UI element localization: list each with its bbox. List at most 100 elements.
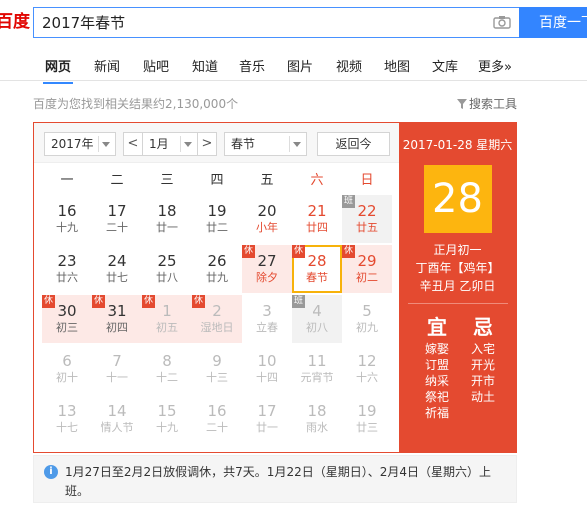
calendar-day[interactable]: 17 二十 <box>92 195 142 243</box>
lunar-label: 元宵节 <box>300 371 334 384</box>
calendar-day[interactable]: 休 30 初三 <box>42 295 92 343</box>
tab-9[interactable]: 更多» <box>478 56 512 75</box>
month-select-value: 1月 <box>149 137 169 151</box>
calendar-day[interactable]: 5 初九 <box>342 295 392 343</box>
lunar-label: 十四 <box>256 371 278 384</box>
calendar-day[interactable]: 25 廿八 <box>142 245 192 293</box>
calendar-day[interactable]: 20 小年 <box>242 195 292 243</box>
day-number: 12 <box>357 352 377 370</box>
divider <box>407 303 508 304</box>
tab-6[interactable]: 视频 <box>336 56 362 75</box>
lunar-label: 情人节 <box>100 421 134 434</box>
lunar-label: 二十 <box>206 421 228 434</box>
search-input[interactable] <box>34 8 474 37</box>
calendar-day[interactable]: 12 十六 <box>342 345 392 393</box>
ji-label: 忌 <box>473 315 493 339</box>
tab-7[interactable]: 地图 <box>384 56 410 75</box>
calendar-controls: 2017年 < 1月 > 春节 返回今 <box>34 123 399 163</box>
calendar-day[interactable]: 19 廿二 <box>192 195 242 243</box>
calendar-day[interactable]: 休 27 除夕 <box>242 245 292 293</box>
calendar-day[interactable]: 7 十一 <box>92 345 142 393</box>
calendar-day[interactable]: 11 元宵节 <box>292 345 342 393</box>
day-number: 18 <box>157 202 177 220</box>
day-number: 16 <box>207 402 227 420</box>
calendar-day[interactable]: 16 二十 <box>192 395 242 443</box>
lunar-label: 廿六 <box>56 271 78 284</box>
day-number: 5 <box>362 302 372 320</box>
tab-1[interactable]: 新闻 <box>94 56 120 75</box>
lunar-label: 小年 <box>256 221 278 234</box>
tab-2[interactable]: 贴吧 <box>143 56 169 75</box>
yi-item: 祭祀 <box>424 390 449 404</box>
tab-3[interactable]: 知道 <box>192 56 218 75</box>
lunar-label: 十二 <box>156 371 178 384</box>
calendar-day[interactable]: 18 廿一 <box>142 195 192 243</box>
weekday-label: 五 <box>260 173 274 188</box>
calendar-day[interactable]: 班 22 廿五 <box>342 195 392 243</box>
calendar-day[interactable]: 8 十二 <box>142 345 192 393</box>
tab-5[interactable]: 图片 <box>287 56 313 75</box>
holiday-select[interactable]: 春节 <box>224 132 307 156</box>
calendar-day[interactable]: 休 28 春节 <box>292 245 342 293</box>
calendar-day[interactable]: 休 2 湿地日 <box>192 295 242 343</box>
holiday-badge: 休 <box>92 295 105 308</box>
weekday-label: 日 <box>360 173 374 188</box>
calendar-day[interactable]: 6 初十 <box>42 345 92 393</box>
lunar-label: 雨水 <box>306 421 328 434</box>
calendar-day[interactable]: 18 雨水 <box>292 395 342 443</box>
chevron-down-icon <box>102 142 110 147</box>
ji-item: 入宅 <box>470 342 495 356</box>
tab-4[interactable]: 音乐 <box>239 56 265 75</box>
calendar-day[interactable]: 休 31 初四 <box>92 295 142 343</box>
lunar-label: 十一 <box>106 371 128 384</box>
calendar-day[interactable]: 16 十九 <box>42 195 92 243</box>
calendar-day[interactable]: 24 廿七 <box>92 245 142 293</box>
lunar-label: 二十 <box>106 221 128 234</box>
lunar-label: 初五 <box>156 321 178 334</box>
calendar-day[interactable]: 班 4 初八 <box>292 295 342 343</box>
lunar-label: 廿一 <box>256 421 278 434</box>
calendar-day[interactable]: 23 廿六 <box>42 245 92 293</box>
tab-8[interactable]: 文库 <box>432 56 458 75</box>
lunar-label: 初十 <box>56 371 78 384</box>
weekday-label: 四 <box>210 173 224 188</box>
day-number: 25 <box>157 252 177 270</box>
search-tools-label: 搜索工具 <box>469 97 518 111</box>
calendar-day[interactable]: 19 廿三 <box>342 395 392 443</box>
yi-label: 宜 <box>427 315 447 339</box>
search-tools-button[interactable]: 搜索工具 <box>457 95 517 112</box>
day-number: 23 <box>57 252 77 270</box>
notice-text: 1月27日至2月2日放假调休，共7天。1月22日（星期日）、2月4日（星期六）上… <box>65 465 491 498</box>
tab-0[interactable]: 网页 <box>42 56 74 84</box>
calendar-day[interactable]: 10 十四 <box>242 345 292 393</box>
calendar-day[interactable]: 17 廿一 <box>242 395 292 443</box>
lunar-label: 湿地日 <box>200 321 234 334</box>
calendar-day[interactable]: 休 29 初二 <box>342 245 392 293</box>
camera-icon[interactable] <box>493 15 511 29</box>
calendar-day[interactable]: 9 十三 <box>192 345 242 393</box>
chevron-down-icon <box>184 142 192 147</box>
calendar-day[interactable]: 3 立春 <box>242 295 292 343</box>
back-to-today-button[interactable]: 返回今 <box>317 132 390 156</box>
ji-item: 开市 <box>470 374 495 388</box>
month-select[interactable]: 1月 <box>142 132 198 156</box>
selected-date: 2017-01-28 星期六 <box>402 138 513 152</box>
next-month-button[interactable]: > <box>197 132 217 156</box>
lunar-label: 十六 <box>356 371 378 384</box>
year-select[interactable]: 2017年 <box>44 132 116 156</box>
calendar-day[interactable]: 21 廿四 <box>292 195 342 243</box>
ji-item: 开光 <box>470 358 495 372</box>
lunar-label: 除夕 <box>256 271 278 284</box>
calendar-day[interactable]: 13 十七 <box>42 395 92 443</box>
calendar-day[interactable]: 休 1 初五 <box>142 295 192 343</box>
search-button[interactable]: 百度一下 <box>519 7 587 38</box>
day-number: 17 <box>257 402 277 420</box>
info-icon: i <box>44 465 58 479</box>
calendar-day[interactable]: 14 情人节 <box>92 395 142 443</box>
lunar-label: 廿七 <box>106 271 128 284</box>
baidu-logo[interactable]: 百度 <box>0 6 30 38</box>
calendar-day[interactable]: 26 廿九 <box>192 245 242 293</box>
day-number: 14 <box>107 402 127 420</box>
calendar-day[interactable]: 15 十九 <box>142 395 192 443</box>
prev-month-button[interactable]: < <box>123 132 143 156</box>
